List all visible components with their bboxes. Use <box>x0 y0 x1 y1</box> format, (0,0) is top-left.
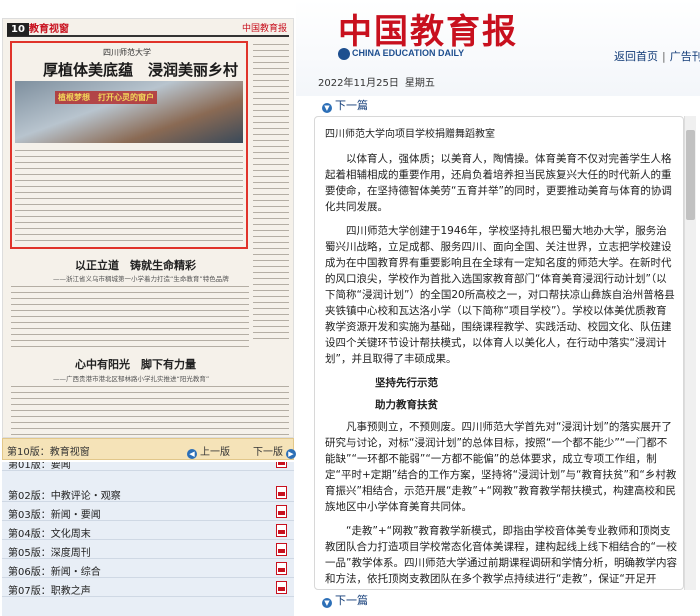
page-list-item[interactable]: 第04版：文化周末 <box>2 521 294 540</box>
logo-mark-icon <box>338 48 350 60</box>
side-column-text <box>253 41 289 341</box>
page-nav-bar: 第10版：教育视窗 ◀ 上一版 下一版 ▶ <box>2 438 296 460</box>
current-page-label: 第10版：教育视窗 <box>7 447 90 458</box>
next-page-button[interactable]: 下一版 ▶ <box>253 443 296 459</box>
article3-title: 心中有阳光 脚下有力量 <box>75 358 196 371</box>
paper-header: 10 教育视窗 中国教育报 <box>7 23 289 37</box>
next-article-label: 下一篇 <box>335 594 368 607</box>
paper-masthead: 中国教育报 <box>241 24 287 34</box>
pdf-icon[interactable] <box>276 486 287 499</box>
paper-page-number: 10 <box>7 23 29 36</box>
pdf-icon[interactable] <box>276 505 287 518</box>
next-article-icon: ▼ <box>322 103 332 113</box>
page-list-item[interactable]: 第06版：新闻・综合 <box>2 559 294 578</box>
page-list-label: 第02版：中教评论・观察 <box>8 491 121 502</box>
page-list-item[interactable]: 第07版：职教之声 <box>2 578 294 597</box>
page-list-label: 第07版：职教之声 <box>8 586 91 597</box>
issue-weekday: 星期五 <box>404 78 435 89</box>
page-list-item[interactable]: 第01版：要闻 <box>2 462 294 471</box>
left-panel: 10 教育视窗 中国教育报 四川师范大学 厚植体美底蕴 浸润美丽乡村 植根梦想 … <box>0 0 296 616</box>
date-line: 2022年11月25日 星期五 <box>318 74 441 89</box>
article3-text <box>11 383 289 435</box>
article-heading: 助力教育扶贫 <box>375 399 438 411</box>
pdf-icon[interactable] <box>276 562 287 575</box>
article-paragraph: 四川师范大学创建于1946年，学校坚持扎根巴蜀大地办大学，服务治蜀兴川战略，立足… <box>325 225 675 365</box>
article-title: 四川师范大学向项目学校捐赠舞蹈教室 <box>325 129 495 140</box>
prev-page-label: 上一版 <box>200 447 230 458</box>
page-list-item[interactable]: 第02版：中教评论・观察 <box>2 483 294 502</box>
page-list-item[interactable]: 第03版：新闻・要闻 <box>2 502 294 521</box>
pdf-icon[interactable] <box>276 524 287 537</box>
top-links: 返回首页 | 广告刊例 <box>614 48 700 64</box>
page-list: 第01版：要闻 第02版：中教评论・观察 第03版：新闻・要闻 第04版：文化周… <box>2 462 294 616</box>
next-arrow-icon: ▶ <box>286 449 296 459</box>
page-list-item[interactable]: 第05版：深度周刊 <box>2 540 294 559</box>
pdf-icon[interactable] <box>276 462 287 468</box>
article2-text <box>11 283 249 347</box>
page-list-label: 第06版：新闻・综合 <box>8 567 101 578</box>
pdf-icon[interactable] <box>276 581 287 594</box>
next-article-icon: ▼ <box>322 598 332 608</box>
pdf-icon[interactable] <box>276 543 287 556</box>
article-paragraph: 凡事预则立，不预则废。四川师范大学首先对“浸润计划”的落实展开了研究与讨论，对标… <box>325 421 677 513</box>
logo-english: CHINA EDUCATION DAILY <box>352 48 465 58</box>
page-list-label: 第03版：新闻・要闻 <box>8 510 101 521</box>
paper-section: 教育视窗 <box>29 24 69 35</box>
article-paragraph: 以体育人，强体质；以美育人，陶情操。体育美育不仅对完善学生人格起着相辅相成的重要… <box>325 153 672 213</box>
selected-article-highlight[interactable] <box>10 41 248 249</box>
ad-rates-link[interactable]: 广告刊例 <box>670 50 700 63</box>
article-panel: 四川师范大学向项目学校捐赠舞蹈教室 以体育人，强体质；以美育人，陶情操。体育美育… <box>314 116 684 590</box>
article-scrollbar[interactable] <box>684 116 696 590</box>
issue-date: 2022年11月25日 <box>318 78 399 89</box>
logo-title: 中国教育报 <box>338 12 518 52</box>
article-body: 以体育人，强体质；以美育人，陶情操。体育美育不仅对完善学生人格起着相辅相成的重要… <box>325 151 677 589</box>
newspaper-page-image[interactable]: 10 教育视窗 中国教育报 四川师范大学 厚植体美底蕴 浸润美丽乡村 植根梦想 … <box>2 18 294 438</box>
next-article-link[interactable]: ▼ 下一篇 <box>322 97 368 113</box>
prev-arrow-icon: ◀ <box>187 449 197 459</box>
prev-page-button[interactable]: ◀ 上一版 <box>187 443 230 459</box>
article2-subtitle: ——浙江省义乌市稠城第一小学着力打造“生命教育”特色品牌 <box>53 275 229 283</box>
article2-title: 以正立道 铸就生命精彩 <box>75 259 196 272</box>
next-article-label: 下一篇 <box>335 99 368 112</box>
article-heading: 坚持先行示范 <box>375 377 438 389</box>
link-separator: | <box>662 50 666 63</box>
article3-subtitle: ——广西贵港市港北区郁林路小学扎实推进“阳光教育” <box>53 375 210 383</box>
page-list-label: 第01版：要闻 <box>8 462 71 471</box>
article-paragraph: “走教”+“网教”教育教学新模式，即指由学校音体美专业教师和顶岗支教团队合力打造… <box>325 525 677 585</box>
page-list-label: 第04版：文化周末 <box>8 529 91 540</box>
scrollbar-thumb[interactable] <box>686 130 695 220</box>
site-logo[interactable]: 中国教育报 CHINA EDUCATION DAILY <box>330 4 530 64</box>
home-link[interactable]: 返回首页 <box>614 50 658 63</box>
next-article-link-bottom[interactable]: ▼ 下一篇 <box>322 592 368 608</box>
page-list-label: 第05版：深度周刊 <box>8 548 91 559</box>
next-page-label: 下一版 <box>253 447 283 458</box>
